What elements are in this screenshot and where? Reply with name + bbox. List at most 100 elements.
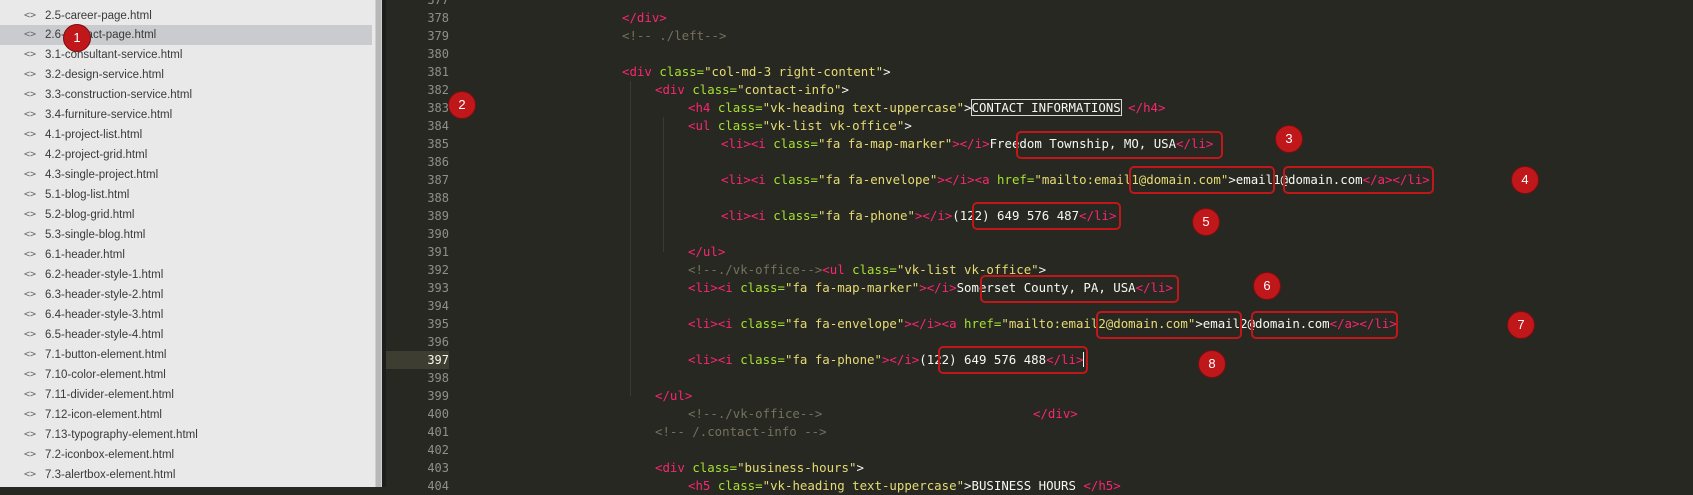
code-token: > bbox=[964, 478, 972, 493]
line-number: 389 bbox=[427, 209, 449, 223]
code-token: <li><i bbox=[688, 280, 741, 295]
file-name: 6.2-header-style-1.html bbox=[45, 269, 164, 281]
file-item[interactable]: <> 5.1-blog-list.html bbox=[0, 185, 372, 205]
file-item[interactable]: <> 4.2-project-grid.html bbox=[0, 145, 372, 165]
text-cursor bbox=[1083, 352, 1085, 367]
line-number: 378 bbox=[427, 11, 449, 25]
file-item[interactable]: <> 3.1-consultant-service.html bbox=[0, 45, 372, 65]
file-item[interactable]: <> 7.11-divider-element.html bbox=[0, 385, 372, 405]
file-item[interactable]: <> 2.5-career-page.html bbox=[0, 6, 372, 26]
file-name: 6.5-header-style-4.html bbox=[45, 329, 164, 341]
code-line-399: </ul> bbox=[655, 387, 692, 405]
line-number: 387 bbox=[427, 173, 449, 187]
file-item[interactable]: <> 5.3-single-blog.html bbox=[0, 225, 372, 245]
code-token: "fa fa-envelope" bbox=[817, 172, 938, 187]
email-1-href: email1@domain.com bbox=[1094, 172, 1221, 187]
file-item[interactable]: <> 5.2-blog-grid.html bbox=[0, 205, 372, 225]
code-token: ></i> bbox=[914, 208, 953, 223]
file-code-icon: <> bbox=[24, 369, 37, 380]
file-item[interactable]: <> 6.4-header-style-3.html bbox=[0, 305, 372, 325]
code-line-401: <!-- /.contact-info --> bbox=[655, 423, 827, 441]
code-token: " bbox=[1001, 316, 1009, 331]
sidebar-scrollbar-thumb[interactable] bbox=[376, 0, 381, 487]
code-token: </h4> bbox=[1120, 100, 1166, 115]
file-code-icon: <> bbox=[24, 149, 37, 160]
file-name: 2.5-career-page.html bbox=[45, 10, 152, 22]
file-name: 3.1-consultant-service.html bbox=[45, 49, 183, 61]
code-line-381: <div class="col-md-3 right-content"> bbox=[622, 63, 891, 81]
line-number: 383 bbox=[427, 101, 449, 115]
file-item[interactable]: <> 6.5-header-style-4.html bbox=[0, 325, 372, 345]
code-token: <li><i bbox=[721, 208, 774, 223]
file-code-icon: <> bbox=[24, 349, 37, 360]
line-number: 404 bbox=[427, 479, 449, 493]
file-name: 7.12-icon-element.html bbox=[45, 409, 162, 421]
file-name: 6.3-header-style-2.html bbox=[45, 289, 164, 301]
file-item[interactable]: <> 7.2-iconbox-element.html bbox=[0, 445, 372, 465]
file-item[interactable]: <> 4.1-project-list.html bbox=[0, 125, 372, 145]
file-item[interactable]: <> 7.1-button-element.html bbox=[0, 345, 372, 365]
code-token: href= bbox=[997, 172, 1035, 187]
file-name: 6.1-header.html bbox=[45, 249, 125, 261]
code-token: class= bbox=[773, 208, 818, 223]
annotation-badge-7: 7 bbox=[1507, 311, 1535, 339]
code-token: ></i><a bbox=[904, 316, 965, 331]
code-token: ></i> bbox=[881, 352, 920, 367]
code-token: " bbox=[1034, 172, 1042, 187]
code-token: <h4 bbox=[688, 100, 718, 115]
file-name: 5.1-blog-list.html bbox=[45, 189, 130, 201]
file-name: 7.11-divider-element.html bbox=[45, 389, 174, 401]
annotation-badge-3: 3 bbox=[1275, 125, 1303, 153]
code-token: <div bbox=[655, 460, 693, 475]
file-code-icon: <> bbox=[24, 289, 37, 300]
file-item[interactable]: <> 6.1-header.html bbox=[0, 245, 372, 265]
annotation-badge-4: 4 bbox=[1511, 166, 1539, 194]
code-editor[interactable]: 377 378 379 380 381 382 383 384 385 386 … bbox=[386, 0, 1693, 493]
code-token: "business-hours" bbox=[737, 460, 857, 475]
file-code-icon: <> bbox=[24, 29, 37, 40]
code-token: </ul> bbox=[688, 244, 726, 259]
code-token: class= bbox=[740, 352, 785, 367]
file-item[interactable]: <> 3.3-construction-service.html bbox=[0, 85, 372, 105]
code-token: <li><i bbox=[721, 136, 774, 151]
code-token-highlighted: CONTACT INFORMATIONS bbox=[970, 99, 1122, 116]
indent-guide bbox=[630, 81, 631, 396]
line-number: 393 bbox=[427, 281, 449, 295]
file-item[interactable]: <> 3.4-furniture-service.html bbox=[0, 105, 372, 125]
code-token: class= bbox=[740, 316, 785, 331]
line-number: 398 bbox=[427, 371, 449, 385]
file-item[interactable]: <> 7.10-color-element.html bbox=[0, 365, 372, 385]
file-code-icon: <> bbox=[24, 109, 37, 120]
line-number: 392 bbox=[427, 263, 449, 277]
email-2-text: email2@domain.com bbox=[1202, 316, 1330, 331]
file-item[interactable]: <> 3.2-design-service.html bbox=[0, 65, 372, 85]
code-token: </li> bbox=[1176, 136, 1214, 151]
line-number: 386 bbox=[427, 155, 449, 169]
indent-guide bbox=[663, 117, 664, 252]
code-line-382: <div class="contact-info"> bbox=[655, 81, 849, 99]
file-name: 4.1-project-list.html bbox=[45, 129, 143, 141]
file-item[interactable]: <> 4.3-single-project.html bbox=[0, 165, 372, 185]
code-token: <div bbox=[655, 82, 693, 97]
code-line-387: <li><i class="fa fa-envelope"></i><a hre… bbox=[721, 171, 1430, 189]
code-token: </li> bbox=[1079, 208, 1117, 223]
file-item-active[interactable]: <> 2.6-contact-page.html bbox=[0, 25, 372, 45]
code-token: <div bbox=[622, 64, 660, 79]
file-code-icon: <> bbox=[24, 69, 37, 80]
code-token: class= bbox=[852, 262, 897, 277]
file-item[interactable]: <> 6.2-header-style-1.html bbox=[0, 265, 372, 285]
file-name: 4.3-single-project.html bbox=[45, 169, 159, 181]
file-sidebar: <> <> 2.5-career-page.html <> 2.6-contact-… bbox=[0, 0, 375, 487]
line-number: 391 bbox=[427, 245, 449, 259]
file-item[interactable]: <> 6.3-header-style-2.html bbox=[0, 285, 372, 305]
code-line-393: <li><i class="fa fa-map-marker"></i>Some… bbox=[688, 279, 1173, 297]
code-line-395: <li><i class="fa fa-envelope"></i><a hre… bbox=[688, 315, 1397, 333]
file-code-icon: <> bbox=[24, 269, 37, 280]
file-code-icon: <> bbox=[24, 189, 37, 200]
file-code-icon: <> bbox=[24, 169, 37, 180]
file-item[interactable]: <> 7.12-icon-element.html bbox=[0, 405, 372, 425]
file-code-icon: <> bbox=[24, 449, 37, 460]
file-item[interactable]: <> 7.3-alertbox-element.html bbox=[0, 465, 372, 485]
line-number: 394 bbox=[427, 299, 449, 313]
file-item[interactable]: <> 7.13-typography-element.html bbox=[0, 425, 372, 445]
